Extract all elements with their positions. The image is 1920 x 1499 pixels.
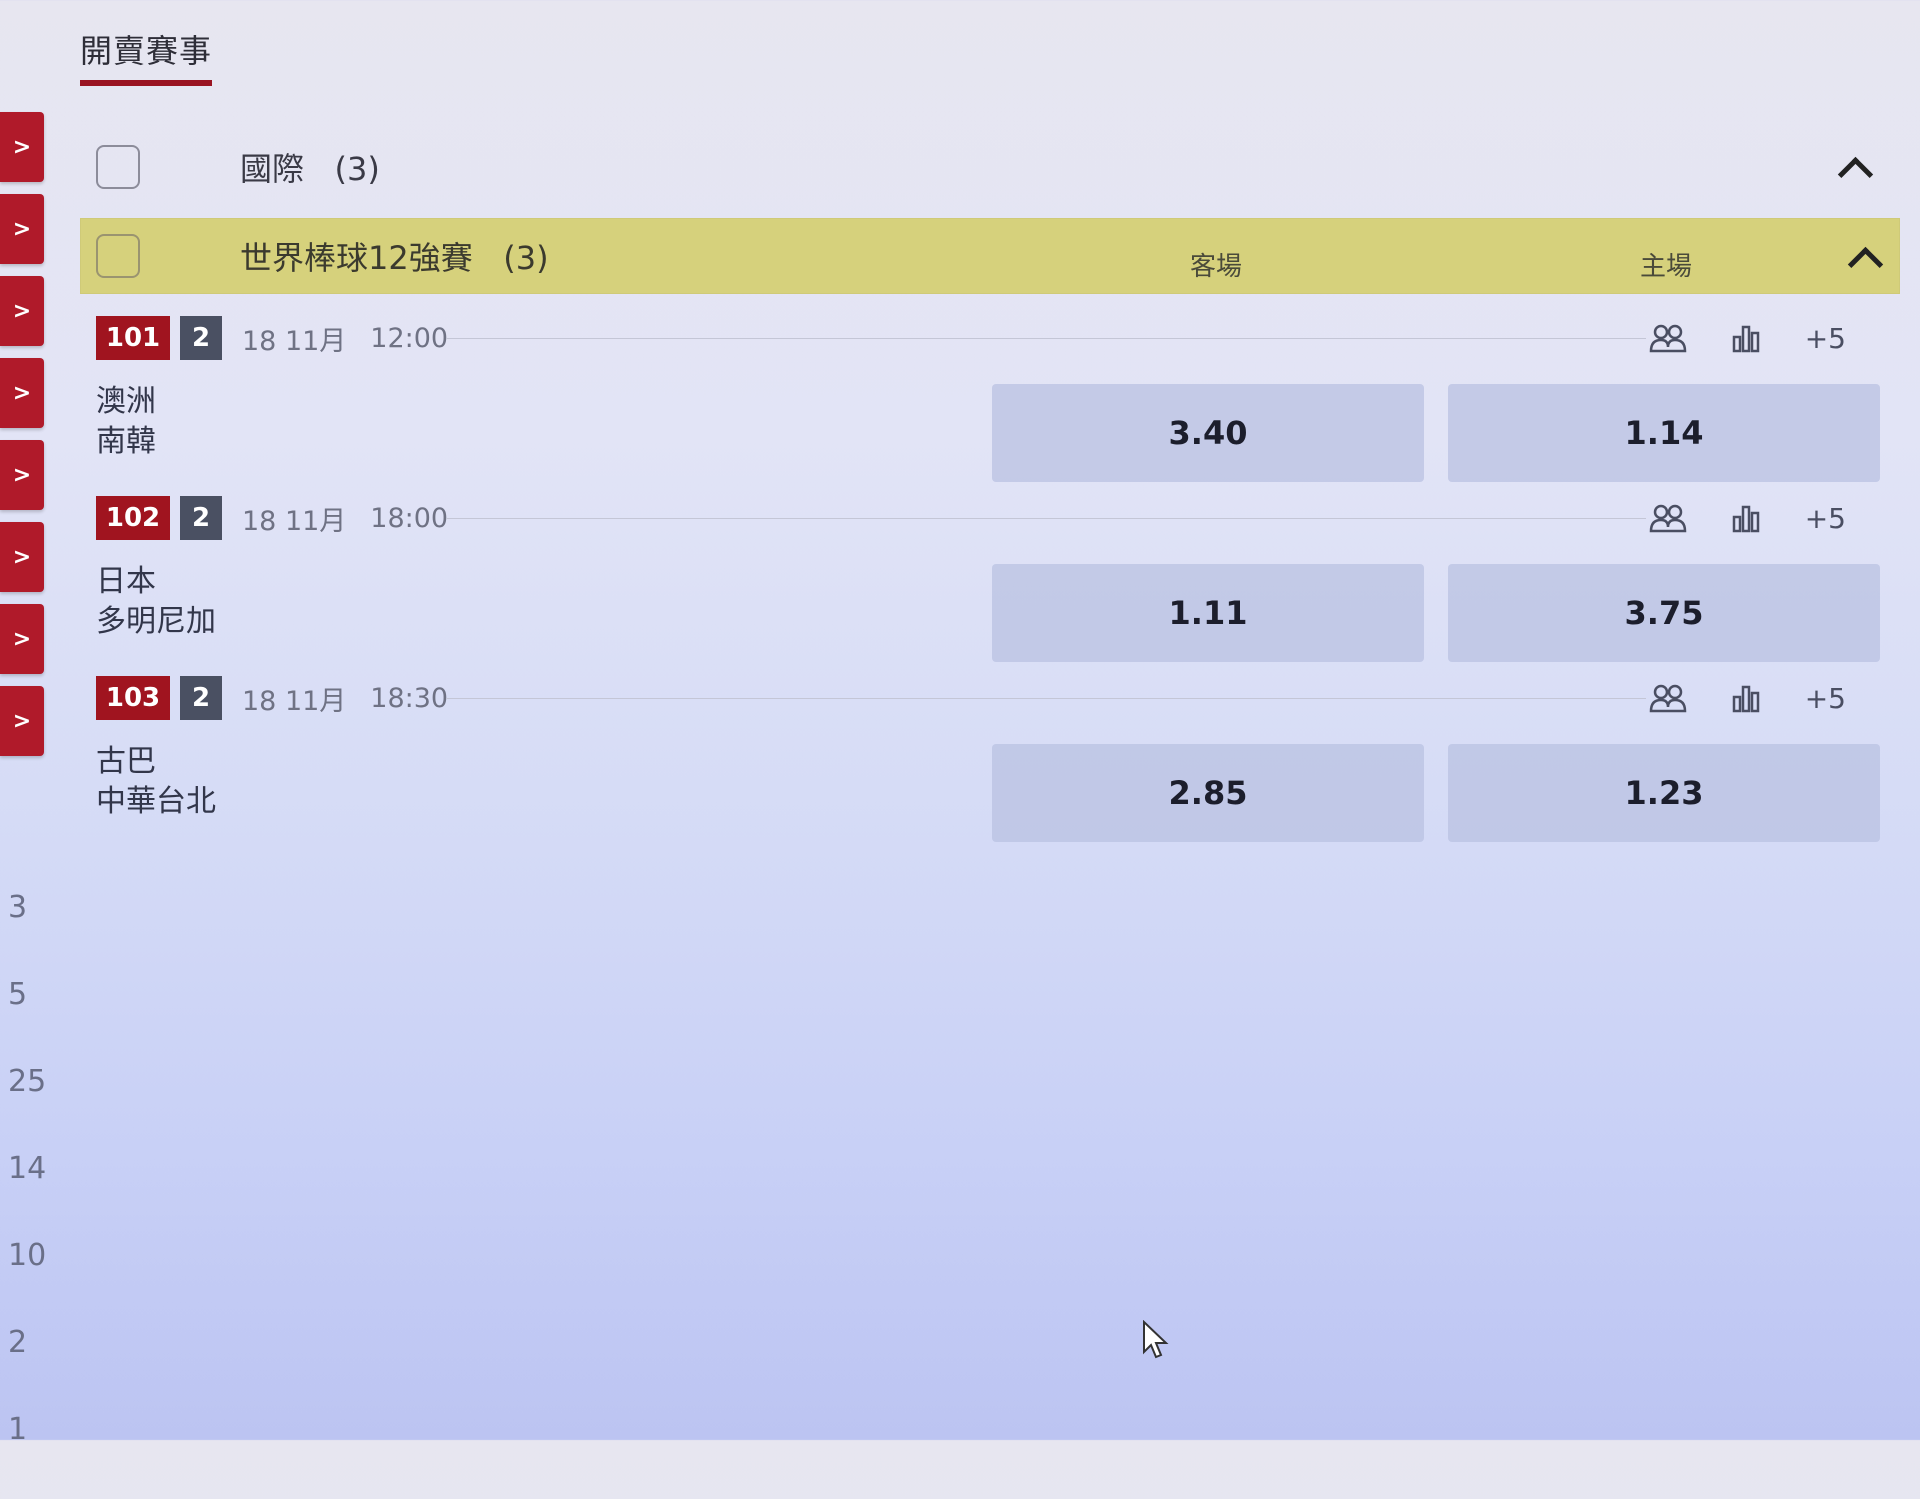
side-number: 10 [8, 1238, 47, 1273]
people-icon[interactable] [1649, 683, 1687, 713]
team-home: 南韓 [96, 424, 156, 459]
page-title[interactable]: 開賣賽事 [80, 26, 213, 86]
divider [446, 518, 1646, 519]
side-tab-8[interactable]: > [0, 686, 44, 756]
team-home: 中華台北 [96, 784, 216, 819]
side-tab-3[interactable]: > [0, 276, 44, 346]
chevron-up-icon[interactable] [1847, 246, 1884, 283]
match-row: 101 2 18 11月 12:00 +5 澳洲 南韓 3.40 1.14 [96, 316, 1886, 486]
side-tabs: > > > > > > > > [0, 112, 48, 768]
match-time: 18:30 [370, 682, 449, 714]
chevron-up-icon[interactable] [1837, 156, 1874, 193]
odds-away-button[interactable]: 2.85 [992, 744, 1424, 842]
odds-home-button[interactable]: 3.75 [1448, 564, 1880, 662]
match-id-badge: 101 [96, 316, 170, 360]
match-time: 18:00 [370, 502, 449, 534]
chevron-right-icon: > [12, 380, 32, 406]
side-tab-5[interactable]: > [0, 440, 44, 510]
column-header-away: 客場 [1190, 252, 1243, 282]
divider [446, 698, 1646, 699]
side-number: 2 [8, 1325, 28, 1360]
match-meta: 103 2 18 11月 18:30 [96, 676, 448, 720]
chevron-right-icon: > [12, 216, 32, 242]
match-actions: +5 [1649, 676, 1846, 720]
region-title: 國際 (3) [240, 144, 380, 190]
bar-chart-icon[interactable] [1731, 323, 1761, 353]
match-number-badge: 2 [180, 496, 222, 540]
match-date: 18 11月 [242, 685, 347, 717]
region-checkbox[interactable] [96, 145, 140, 189]
match-date: 18 11月 [242, 325, 347, 357]
people-icon[interactable] [1649, 323, 1687, 353]
column-header-home: 主場 [1640, 252, 1693, 282]
side-tab-4[interactable]: > [0, 358, 44, 428]
side-number: 3 [8, 890, 28, 925]
match-meta: 101 2 18 11月 12:00 [96, 316, 448, 360]
divider [446, 338, 1646, 339]
side-tab-6[interactable]: > [0, 522, 44, 592]
odds-away-button[interactable]: 1.11 [992, 564, 1424, 662]
league-name: 世界棒球12強賽 [240, 239, 473, 277]
side-tab-2[interactable]: > [0, 194, 44, 264]
more-markets-link[interactable]: +5 [1805, 322, 1846, 355]
team-away: 古巴 [96, 744, 156, 779]
match-id-badge: 103 [96, 676, 170, 720]
match-time: 12:00 [370, 322, 449, 354]
people-icon[interactable] [1649, 503, 1687, 533]
chevron-right-icon: > [12, 462, 32, 488]
odds-home-button[interactable]: 1.14 [1448, 384, 1880, 482]
side-number: 25 [8, 1064, 47, 1099]
more-markets-link[interactable]: +5 [1805, 502, 1846, 535]
chevron-right-icon: > [12, 708, 32, 734]
match-date: 18 11月 [242, 505, 347, 537]
team-away: 日本 [96, 564, 156, 599]
match-row: 103 2 18 11月 18:30 +5 古巴 中華台北 2.85 1.23 [96, 676, 1886, 846]
match-actions: +5 [1649, 496, 1846, 540]
league-header[interactable]: 世界棒球12強賽 (3) 客場 主場 [80, 218, 1900, 294]
chevron-right-icon: > [12, 544, 32, 570]
chevron-right-icon: > [12, 626, 32, 652]
side-number: 14 [8, 1151, 47, 1186]
odds-away-button[interactable]: 3.40 [992, 384, 1424, 482]
chevron-right-icon: > [12, 298, 32, 324]
match-number-badge: 2 [180, 316, 222, 360]
side-number-list: 3 5 25 14 10 2 1 [0, 890, 60, 1499]
region-name: 國際 [240, 150, 305, 188]
match-row: 102 2 18 11月 18:00 +5 日本 多明尼加 1.11 3.75 [96, 496, 1886, 666]
league-count: (3) [503, 239, 549, 277]
side-number: 5 [8, 977, 28, 1012]
league-checkbox[interactable] [96, 234, 140, 278]
team-home: 多明尼加 [96, 604, 216, 639]
region-header[interactable]: 國際 (3) [80, 122, 1890, 212]
match-number-badge: 2 [180, 676, 222, 720]
chevron-right-icon: > [12, 134, 32, 160]
team-away: 澳洲 [96, 384, 156, 419]
more-markets-link[interactable]: +5 [1805, 682, 1846, 715]
bar-chart-icon[interactable] [1731, 683, 1761, 713]
side-number: 1 [8, 1412, 28, 1447]
odds-home-button[interactable]: 1.23 [1448, 744, 1880, 842]
side-tab-1[interactable]: > [0, 112, 44, 182]
side-tab-7[interactable]: > [0, 604, 44, 674]
match-id-badge: 102 [96, 496, 170, 540]
match-meta: 102 2 18 11月 18:00 [96, 496, 448, 540]
bar-chart-icon[interactable] [1731, 503, 1761, 533]
league-title: 世界棒球12強賽 (3) [240, 233, 549, 279]
mouse-cursor-icon [1142, 1319, 1170, 1364]
region-count: (3) [334, 150, 380, 188]
match-actions: +5 [1649, 316, 1846, 360]
